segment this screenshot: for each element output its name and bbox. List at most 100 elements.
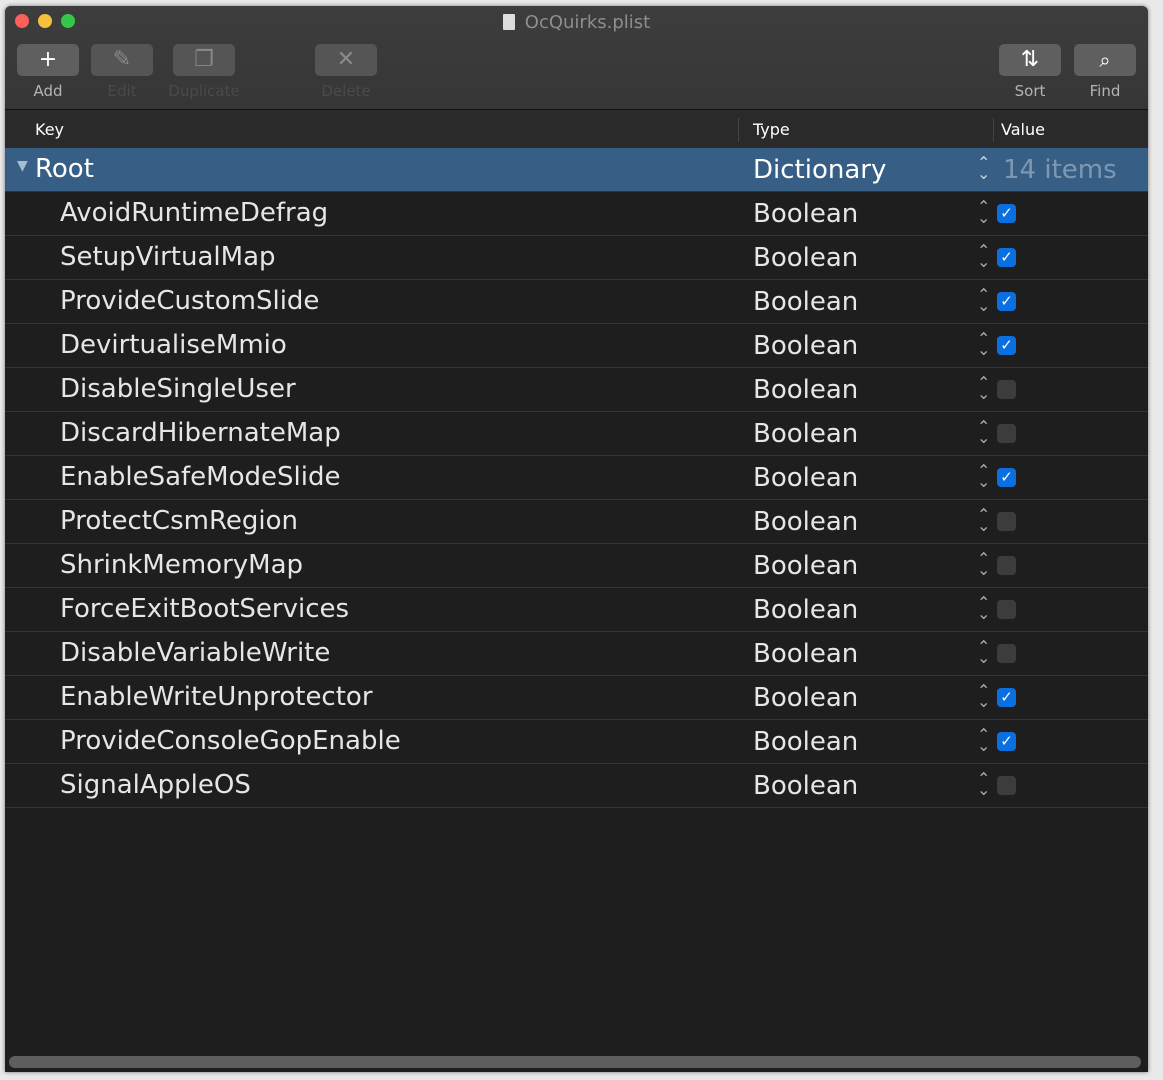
value-checkbox[interactable] [997,644,1016,663]
type-stepper-icon[interactable]: ⌃ ⌄ [977,243,990,270]
table-row[interactable]: ProvideConsoleGopEnable Boolean ⌃ ⌄ ✓ [5,720,1148,764]
row-key[interactable]: DisableVariableWrite [60,638,330,668]
type-stepper-icon[interactable]: ⌃ ⌄ [977,199,990,226]
row-type[interactable]: Boolean [753,551,858,581]
type-stepper-icon[interactable]: ⌃ ⌄ [977,507,990,534]
value-checkbox[interactable]: ✓ [997,336,1016,355]
type-stepper-icon[interactable]: ⌃ ⌄ [977,639,990,666]
type-stepper-icon[interactable]: ⌃ ⌄ [977,419,990,446]
row-key[interactable]: DevirtualiseMmio [60,330,287,360]
plist-editor-window: OcQuirks.plist + Add ✎ Edit ❐ Duplicate … [5,6,1148,1072]
root-row[interactable]: ▼ Root Dictionary ⌃ ⌄ 14 items [5,148,1148,192]
value-checkbox[interactable] [997,380,1016,399]
row-key[interactable]: SetupVirtualMap [60,242,276,272]
plus-icon: + [38,47,58,72]
checkmark-icon: ✓ [1000,292,1013,310]
type-stepper-icon[interactable]: ⌃ ⌄ [977,287,990,314]
row-type[interactable]: Boolean [753,287,858,317]
row-key[interactable]: SignalAppleOS [60,770,251,800]
type-stepper-icon[interactable]: ⌃ ⌄ [977,595,990,622]
value-checkbox[interactable]: ✓ [997,292,1016,311]
row-key[interactable]: ForceExitBootServices [60,594,349,624]
delete-button[interactable]: ✕ [315,44,377,76]
table-row[interactable]: ProvideCustomSlide Boolean ⌃ ⌄ ✓ [5,280,1148,324]
find-button[interactable]: ⌕ [1074,44,1136,76]
type-stepper-icon[interactable]: ⌃ ⌄ [977,771,990,798]
value-checkbox[interactable]: ✓ [997,204,1016,223]
value-checkbox[interactable] [997,556,1016,575]
row-type[interactable]: Boolean [753,595,858,625]
table-row[interactable]: DisableVariableWrite Boolean ⌃ ⌄ [5,632,1148,676]
type-stepper-icon[interactable]: ⌃ ⌄ [977,551,990,578]
row-key[interactable]: ProvideCustomSlide [60,286,319,316]
row-key[interactable]: EnableSafeModeSlide [60,462,340,492]
value-checkbox[interactable]: ✓ [997,732,1016,751]
type-stepper-icon[interactable]: ⌃ ⌄ [977,463,990,490]
row-key[interactable]: ShrinkMemoryMap [60,550,303,580]
sort-arrows-icon: ⇅ [1020,47,1040,72]
row-type[interactable]: Boolean [753,243,858,273]
column-type[interactable]: Type [753,120,790,139]
value-checkbox[interactable]: ✓ [997,688,1016,707]
table-row[interactable]: SignalAppleOS Boolean ⌃ ⌄ [5,764,1148,808]
table-row[interactable]: EnableSafeModeSlide Boolean ⌃ ⌄ ✓ [5,456,1148,500]
table-row[interactable]: AvoidRuntimeDefrag Boolean ⌃ ⌄ ✓ [5,192,1148,236]
disclosure-triangle-icon[interactable]: ▼ [17,158,28,174]
column-key[interactable]: Key [35,120,64,139]
value-checkbox[interactable]: ✓ [997,248,1016,267]
table-row[interactable]: DevirtualiseMmio Boolean ⌃ ⌄ ✓ [5,324,1148,368]
value-checkbox[interactable] [997,776,1016,795]
value-checkbox[interactable] [997,512,1016,531]
edit-button[interactable]: ✎ [91,44,153,76]
table-row[interactable]: ProtectCsmRegion Boolean ⌃ ⌄ [5,500,1148,544]
column-divider[interactable] [738,118,739,142]
edit-label: Edit [107,82,137,100]
row-key[interactable]: ProvideConsoleGopEnable [60,726,401,756]
row-type[interactable]: Boolean [753,463,858,493]
row-type[interactable]: Boolean [753,771,858,801]
table-row[interactable]: DisableSingleUser Boolean ⌃ ⌄ [5,368,1148,412]
add-button[interactable]: + [17,44,79,76]
table-row[interactable]: SetupVirtualMap Boolean ⌃ ⌄ ✓ [5,236,1148,280]
type-stepper-icon[interactable]: ⌃ ⌄ [977,683,990,710]
row-key[interactable]: EnableWriteUnprotector [60,682,373,712]
row-key[interactable]: DisableSingleUser [60,374,296,404]
row-type[interactable]: Boolean [753,375,858,405]
table-row[interactable]: DiscardHibernateMap Boolean ⌃ ⌄ [5,412,1148,456]
duplicate-label: Duplicate [168,82,240,100]
type-stepper-icon[interactable]: ⌃ ⌄ [977,331,990,358]
row-type[interactable]: Boolean [753,683,858,713]
root-type: Dictionary [753,155,887,185]
type-stepper-icon[interactable]: ⌃ ⌄ [977,727,990,754]
row-key[interactable]: AvoidRuntimeDefrag [60,198,328,228]
row-type[interactable]: Boolean [753,199,858,229]
horizontal-scrollbar[interactable] [9,1056,1141,1068]
checkmark-icon: ✓ [1000,688,1013,706]
column-value[interactable]: Value [1001,120,1045,139]
row-type[interactable]: Boolean [753,331,858,361]
duplicate-button[interactable]: ❐ [173,44,235,76]
table-row[interactable]: ShrinkMemoryMap Boolean ⌃ ⌄ [5,544,1148,588]
row-type[interactable]: Boolean [753,639,858,669]
column-divider[interactable] [993,118,994,142]
checkmark-icon: ✓ [1000,248,1013,266]
type-stepper-icon[interactable]: ⌃ ⌄ [977,155,990,182]
value-checkbox[interactable] [997,424,1016,443]
checkmark-icon: ✓ [1000,468,1013,486]
type-stepper-icon[interactable]: ⌃ ⌄ [977,375,990,402]
table-row[interactable]: EnableWriteUnprotector Boolean ⌃ ⌄ ✓ [5,676,1148,720]
duplicate-icon: ❐ [194,47,214,72]
value-checkbox[interactable]: ✓ [997,468,1016,487]
row-type[interactable]: Boolean [753,727,858,757]
row-type[interactable]: Boolean [753,419,858,449]
sort-button[interactable]: ⇅ [999,44,1061,76]
find-label: Find [1089,82,1121,100]
table-row[interactable]: ForceExitBootServices Boolean ⌃ ⌄ [5,588,1148,632]
titlebar: OcQuirks.plist + Add ✎ Edit ❐ Duplicate … [5,6,1148,110]
search-icon: ⌕ [1099,48,1111,72]
value-checkbox[interactable] [997,600,1016,619]
row-key[interactable]: ProtectCsmRegion [60,506,298,536]
root-value: 14 items [1003,155,1117,185]
row-key[interactable]: DiscardHibernateMap [60,418,341,448]
row-type[interactable]: Boolean [753,507,858,537]
